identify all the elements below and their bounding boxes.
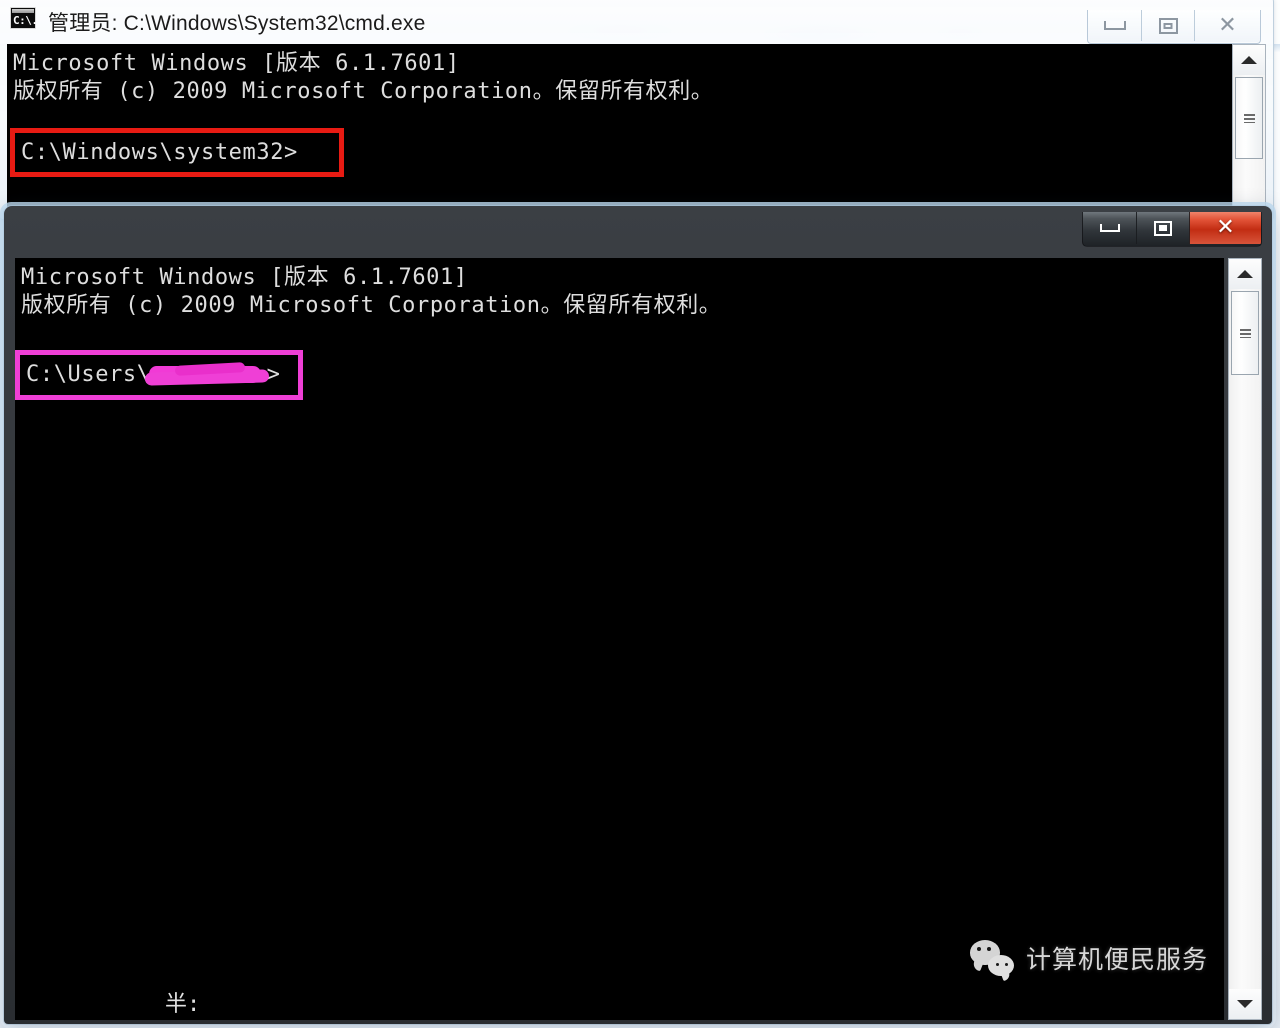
window1-scrollbar-thumb[interactable]: [1235, 77, 1263, 159]
window2-minimize-button[interactable]: [1083, 212, 1136, 244]
wechat-watermark: 计算机便民服务: [969, 940, 1208, 976]
console-line: 版权所有 (c) 2009 Microsoft Corporation。保留所有…: [13, 79, 714, 104]
window1-scroll-up-button[interactable]: [1233, 45, 1265, 75]
window1-minimize-button[interactable]: [1088, 10, 1141, 41]
window1-close-button[interactable]: ✕: [1194, 10, 1260, 41]
window2-prompt-prefix: C:\Users\: [26, 362, 151, 387]
window2-scrollbar[interactable]: [1228, 258, 1262, 1020]
close-icon: ✕: [1218, 12, 1237, 38]
window2-close-button[interactable]: ✕: [1189, 212, 1261, 244]
cmd-window-background[interactable]: C:\. 管理员: C:\Windows\System32\cmd.exe ✕ …: [0, 0, 1274, 220]
window1-console-area[interactable]: Microsoft Windows [版本 6.1.7601] 版权所有 (c)…: [7, 44, 1232, 214]
watermark-text: 计算机便民服务: [1025, 946, 1208, 974]
minimize-icon: [1099, 224, 1120, 232]
window2-maximize-button[interactable]: [1136, 212, 1189, 244]
username-redaction: [144, 362, 271, 388]
window1-caption-buttons[interactable]: ✕: [1087, 10, 1261, 44]
window2-bottom-partial-text: 半:: [165, 992, 201, 1017]
window2-console-output: Microsoft Windows [版本 6.1.7601] 版权所有 (c)…: [21, 264, 721, 320]
window1-scrollbar[interactable]: [1232, 44, 1266, 214]
window2-scrollbar-thumb[interactable]: [1231, 291, 1259, 375]
chevron-up-icon: [1241, 56, 1257, 64]
window2-scroll-up-button[interactable]: [1229, 259, 1261, 289]
window2-scrollbar-track[interactable]: [1228, 258, 1262, 1020]
window1-prompt-highlight: C:\Windows\system32>: [10, 128, 344, 177]
window1-maximize-button[interactable]: [1141, 10, 1194, 41]
window1-cmd-console-icon: C:\.: [10, 7, 38, 29]
cmd-window-foreground[interactable]: C:\. 管理员: C:\Windows\system32\cmd.exe ✕ …: [0, 202, 1276, 1028]
wechat-logo-icon: [969, 940, 1014, 976]
grip-icon: [1243, 113, 1255, 123]
screenshot-stage: C:\. 管理员: C:\Windows\System32\cmd.exe ✕ …: [0, 0, 1280, 1028]
maximize-icon: [1158, 17, 1178, 34]
window2-console-area[interactable]: Microsoft Windows [版本 6.1.7601] 版权所有 (c)…: [15, 258, 1224, 1020]
window2-scroll-down-button[interactable]: [1229, 989, 1261, 1019]
window2-caption-buttons[interactable]: ✕: [1082, 212, 1262, 247]
window1-titlebar[interactable]: C:\. 管理员: C:\Windows\System32\cmd.exe ✕: [0, 0, 1273, 44]
chevron-down-icon: [1237, 1000, 1253, 1008]
chevron-up-icon: [1237, 270, 1253, 278]
maximize-icon: [1154, 220, 1172, 236]
minimize-icon: [1103, 21, 1126, 30]
window1-scrollbar-track[interactable]: [1232, 44, 1266, 214]
window2-prompt-text: C:\Users\ >: [20, 361, 280, 389]
grip-icon: [1239, 328, 1251, 338]
window1-title: 管理员: C:\Windows\System32\cmd.exe: [48, 12, 426, 35]
cmd-icon-glyph: C:\.: [13, 14, 38, 27]
console-line: 版权所有 (c) 2009 Microsoft Corporation。保留所有…: [21, 293, 722, 318]
window2-prompt-highlight: C:\Users\ >: [15, 350, 303, 400]
window1-console-output: Microsoft Windows [版本 6.1.7601] 版权所有 (c)…: [13, 50, 713, 106]
close-icon: ✕: [1216, 215, 1235, 240]
console-line: Microsoft Windows [版本 6.1.7601]: [13, 51, 460, 76]
console-line: Microsoft Windows [版本 6.1.7601]: [21, 265, 468, 290]
window1-prompt-text: C:\Windows\system32>: [21, 139, 298, 165]
